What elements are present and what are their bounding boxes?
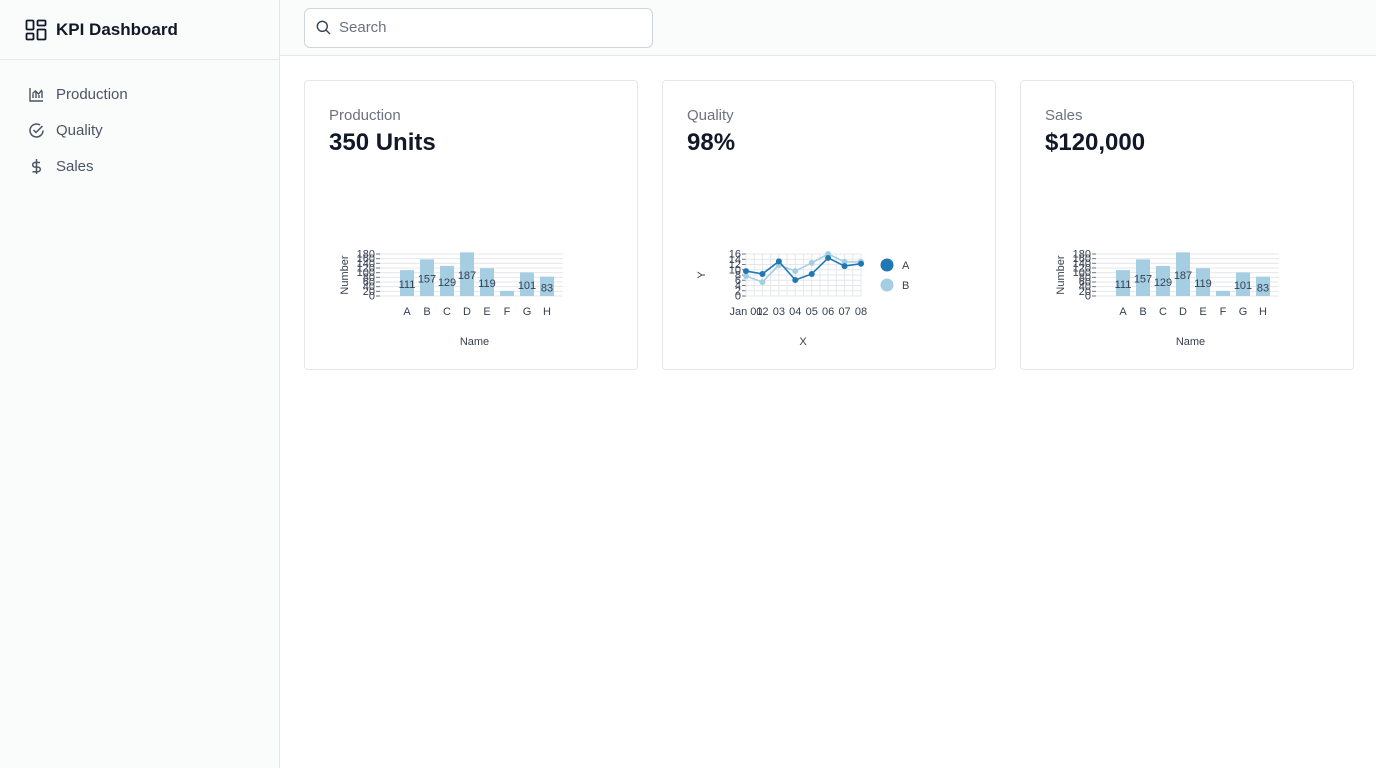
x-tick-label: 02 xyxy=(756,306,768,318)
data-label: 119 xyxy=(1194,278,1212,290)
app-title: KPI Dashboard xyxy=(56,19,178,39)
x-tick-label: A xyxy=(403,306,411,318)
data-point xyxy=(759,270,766,277)
data-label: 119 xyxy=(478,278,496,290)
data-label: 187 xyxy=(1174,270,1192,282)
y-axis-label: Y xyxy=(696,271,708,279)
data-point xyxy=(775,258,782,265)
x-tick-label: 07 xyxy=(838,306,850,318)
legend-marker xyxy=(880,258,894,272)
main-content: Production 350 Units 0204060801001201401… xyxy=(280,0,1376,768)
search-input[interactable] xyxy=(339,19,629,36)
data-point xyxy=(825,254,832,261)
data-label: 83 xyxy=(1257,282,1269,294)
x-tick-label: 06 xyxy=(822,306,834,318)
y-axis-label: Number xyxy=(339,255,351,294)
data-point xyxy=(808,270,815,277)
x-tick-label: H xyxy=(543,306,551,318)
x-tick-label: G xyxy=(523,306,532,318)
data-label: 101 xyxy=(518,280,536,292)
data-point xyxy=(792,276,799,283)
y-axis-label: Number xyxy=(1055,255,1067,294)
x-axis-label: Name xyxy=(460,336,489,348)
x-tick-label: A xyxy=(1119,306,1127,318)
kpi-card-sales: Sales $120,000 0 20 40 60 80 100 120 140 160 180 1… xyxy=(1020,80,1354,370)
sidebar-nav: Production Quality Sales xyxy=(0,60,279,184)
data-label: 83 xyxy=(541,282,553,294)
data-point xyxy=(808,259,815,266)
x-tick-label: C xyxy=(443,306,451,318)
x-tick-label: G xyxy=(1239,306,1248,318)
data-label: 187 xyxy=(458,270,476,282)
brand[interactable]: KPI Dashboard xyxy=(0,0,279,60)
data-label: 111 xyxy=(399,279,416,291)
x-tick-label: F xyxy=(504,306,511,318)
sidebar-item-label: Quality xyxy=(56,121,103,139)
sidebar-item-quality[interactable]: Quality xyxy=(0,112,279,148)
x-tick-label: D xyxy=(1179,306,1187,318)
data-label: 129 xyxy=(438,277,456,289)
dashboard-logo-icon xyxy=(25,19,47,41)
legend-marker xyxy=(880,278,894,292)
y-tick-label: 180 xyxy=(1073,249,1091,261)
x-tick-label: F xyxy=(1220,306,1227,318)
x-tick-label: B xyxy=(1139,306,1146,318)
sales-bar-chart: 020406080100120140160180111A157B129C187D… xyxy=(1055,249,1279,348)
dollar-icon xyxy=(27,157,45,175)
sidebar: KPI Dashboard Production Quality Sales xyxy=(0,0,280,768)
x-tick-label: C xyxy=(1159,306,1167,318)
chart-icon xyxy=(27,85,45,103)
search-box[interactable] xyxy=(304,7,653,48)
sidebar-item-production[interactable]: Production xyxy=(0,76,279,112)
x-tick-label: 05 xyxy=(806,306,818,318)
data-point xyxy=(792,268,799,275)
data-point xyxy=(743,268,749,275)
y-tick-label: 16 xyxy=(729,249,741,261)
data-label: 157 xyxy=(1134,274,1152,286)
legend-label: B xyxy=(902,280,909,292)
data-point xyxy=(841,263,848,270)
sidebar-item-label: Sales xyxy=(56,157,94,175)
sidebar-item-sales[interactable]: Sales xyxy=(0,148,279,184)
x-tick-label: E xyxy=(483,306,490,318)
data-label: 111 xyxy=(1115,279,1132,291)
search-icon xyxy=(316,20,331,35)
x-tick-label: 03 xyxy=(773,306,785,318)
kpi-cards: Production 350 Units 0 20 40 60 80 100 120 140 1… xyxy=(304,80,1354,370)
legend-label: A xyxy=(902,260,910,272)
data-label: 101 xyxy=(1234,280,1252,292)
data-label: 129 xyxy=(1154,277,1172,289)
kpi-card-quality: Quality 98% 0 2 4 6 8 10 12 14 16 Jan 01 02 03 04 05 0… xyxy=(662,80,996,370)
y-tick-label: 180 xyxy=(357,249,375,261)
data-point xyxy=(858,260,864,267)
sidebar-item-label: Production xyxy=(56,85,128,103)
x-tick-label: H xyxy=(1259,306,1267,318)
x-axis-label: Name xyxy=(1176,336,1205,348)
bar xyxy=(500,290,514,296)
x-tick-label: 04 xyxy=(789,306,801,318)
topbar xyxy=(280,0,1376,56)
kpi-card-production: Production 350 Units 0 20 40 60 80 100 120 140 1… xyxy=(304,80,638,370)
x-tick-label: D xyxy=(463,306,471,318)
data-point xyxy=(759,279,766,286)
check-circle-icon xyxy=(27,121,45,139)
x-tick-label: E xyxy=(1199,306,1206,318)
data-label: 157 xyxy=(418,274,436,286)
bar xyxy=(1216,290,1230,296)
x-tick-label: 08 xyxy=(855,306,867,318)
x-axis-label: X xyxy=(799,336,807,348)
x-tick-label: B xyxy=(423,306,430,318)
production-bar-chart: 020406080100120140160180111A157B129C187D… xyxy=(339,249,563,348)
quality-line-chart: 0246810121416Jan 0102 03 04 05 06 07 08ABXY xyxy=(696,249,910,349)
